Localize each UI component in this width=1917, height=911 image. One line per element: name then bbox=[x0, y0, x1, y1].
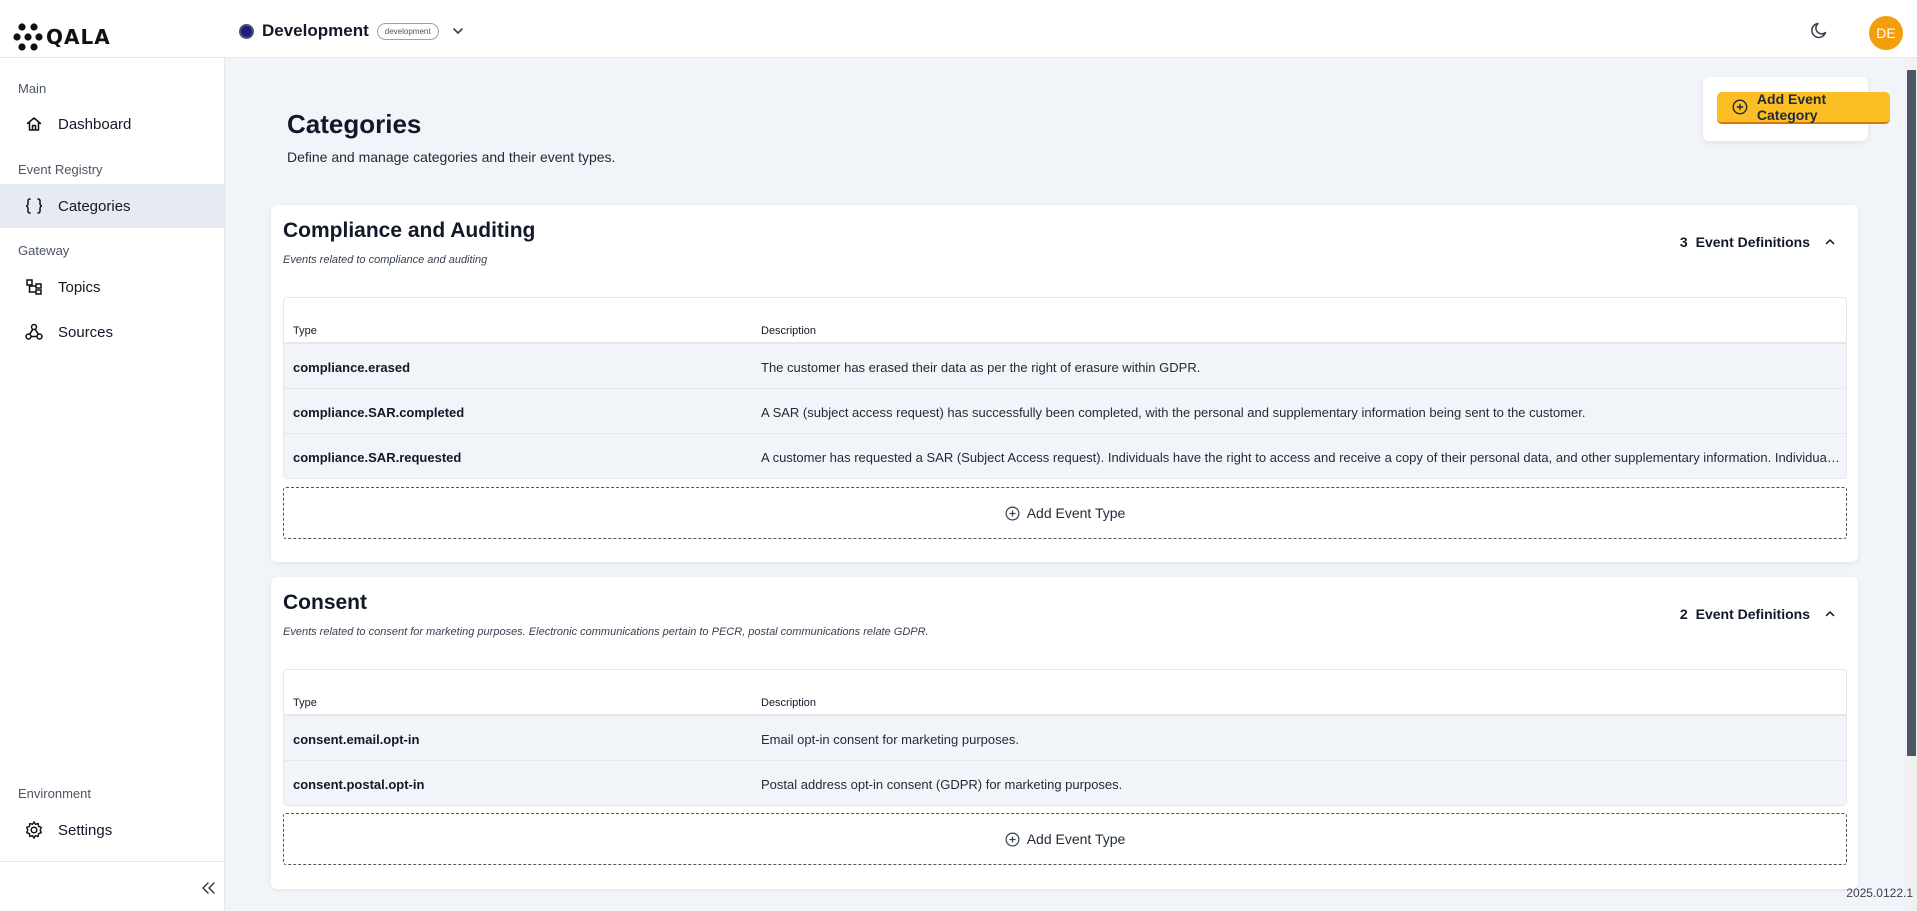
table-row[interactable]: consent.postal.opt-in Postal address opt… bbox=[284, 760, 1846, 805]
add-event-type-button[interactable]: Add Event Type bbox=[283, 813, 1847, 865]
event-type-description: A customer has requested a SAR (Subject … bbox=[761, 450, 1841, 465]
add-event-category-button[interactable]: Add Event Category bbox=[1717, 91, 1890, 124]
plus-circle-icon bbox=[1732, 99, 1748, 115]
plus-circle-icon bbox=[1005, 832, 1020, 846]
event-type-description: A SAR (subject access request) has succe… bbox=[761, 405, 1586, 420]
column-header-description: Description bbox=[761, 325, 817, 337]
category-title: Compliance and Auditing bbox=[283, 219, 536, 242]
category-title: Consent bbox=[283, 591, 367, 614]
nav-group-main: Main bbox=[18, 81, 47, 96]
add-event-type-label: Add Event Type bbox=[1026, 505, 1126, 521]
event-type-description: Email opt-in consent for marketing purpo… bbox=[761, 732, 1019, 747]
event-type-name: compliance.SAR.completed bbox=[293, 405, 465, 420]
nav-group-event-registry: Event Registry bbox=[18, 162, 103, 177]
gear-icon bbox=[23, 819, 45, 841]
scrollbar-thumb[interactable] bbox=[1907, 70, 1916, 756]
sidebar-item-topics[interactable]: Topics bbox=[0, 265, 224, 309]
top-header: QALA Development development DE bbox=[0, 0, 1917, 58]
event-type-name: consent.postal.opt-in bbox=[293, 777, 425, 792]
sidebar-item-label: Settings bbox=[58, 821, 113, 839]
sidebar-item-categories[interactable]: Categories bbox=[0, 184, 224, 228]
collapse-sidebar-icon[interactable] bbox=[200, 881, 216, 900]
add-event-type-button[interactable]: Add Event Type bbox=[283, 487, 1847, 539]
qala-logo-icon bbox=[13, 23, 43, 51]
event-definitions-toggle[interactable]: 3 Event Definitions bbox=[1680, 234, 1836, 250]
chevron-up-icon bbox=[1825, 611, 1835, 617]
environment-badge: development bbox=[376, 22, 439, 40]
event-definitions-label: Event Definitions bbox=[1695, 234, 1810, 250]
environment-color-dot bbox=[239, 23, 254, 39]
add-event-category-label: Add Event Category bbox=[1756, 91, 1827, 123]
event-types-table: Type Description consent.email.opt-in Em… bbox=[283, 669, 1847, 806]
event-type-description: The customer has erased their data as pe… bbox=[761, 360, 1201, 375]
event-definitions-count: 3 bbox=[1679, 234, 1688, 250]
page-scrollbar[interactable] bbox=[1905, 58, 1917, 911]
sidebar-item-dashboard[interactable]: Dashboard bbox=[0, 102, 224, 146]
sidebar: Main Dashboard Event Registry Categories… bbox=[0, 58, 225, 911]
event-type-name: compliance.erased bbox=[293, 360, 411, 375]
category-description: Events related to compliance and auditin… bbox=[283, 254, 488, 266]
column-header-description: Description bbox=[761, 697, 817, 709]
table-header: Type Description bbox=[284, 298, 1846, 343]
category-card: Compliance and Auditing Events related t… bbox=[271, 205, 1858, 562]
add-event-type-label: Add Event Type bbox=[1026, 831, 1126, 847]
environment-switcher[interactable]: Development development bbox=[239, 21, 465, 41]
chevron-up-icon bbox=[1825, 239, 1835, 245]
webhook-icon bbox=[23, 321, 45, 343]
event-definitions-count: 2 bbox=[1679, 606, 1688, 622]
column-header-type: Type bbox=[293, 697, 317, 709]
topics-icon bbox=[23, 276, 45, 298]
sidebar-item-label: Dashboard bbox=[58, 115, 132, 133]
environment-name: Development bbox=[262, 21, 369, 40]
nav-group-environment: Environment bbox=[18, 786, 91, 801]
app-version: 2025.0122.1 bbox=[1846, 886, 1913, 900]
page-subtitle: Define and manage categories and their e… bbox=[287, 149, 616, 165]
event-type-name: consent.email.opt-in bbox=[293, 732, 420, 747]
moon-icon[interactable] bbox=[1810, 20, 1830, 45]
add-category-panel: Add Event Category bbox=[1703, 77, 1890, 141]
page-title: Categories bbox=[287, 109, 422, 139]
table-row[interactable]: compliance.erased The customer has erase… bbox=[284, 343, 1846, 388]
table-row[interactable]: compliance.SAR.requested A customer has … bbox=[284, 433, 1846, 478]
chevron-down-icon[interactable] bbox=[451, 24, 465, 38]
sidebar-footer bbox=[0, 861, 224, 911]
plus-circle-icon bbox=[1005, 506, 1020, 520]
category-card: Consent Events related to consent for ma… bbox=[271, 577, 1858, 889]
sidebar-item-label: Sources bbox=[58, 323, 114, 341]
qala-logo[interactable]: QALA bbox=[13, 22, 111, 52]
category-description: Events related to consent for marketing … bbox=[283, 626, 929, 638]
home-icon bbox=[23, 113, 45, 135]
braces-icon bbox=[23, 195, 45, 217]
sidebar-item-sources[interactable]: Sources bbox=[0, 310, 224, 354]
table-row[interactable]: consent.email.opt-in Email opt-in consen… bbox=[284, 715, 1846, 760]
table-header: Type Description bbox=[284, 670, 1846, 715]
event-type-name: compliance.SAR.requested bbox=[293, 450, 462, 465]
column-header-type: Type bbox=[293, 325, 317, 337]
sidebar-item-label: Topics bbox=[58, 278, 101, 296]
user-avatar[interactable]: DE bbox=[1869, 16, 1903, 50]
event-type-description: Postal address opt-in consent (GDPR) for… bbox=[761, 777, 1123, 792]
table-row[interactable]: compliance.SAR.completed A SAR (subject … bbox=[284, 388, 1846, 433]
event-definitions-label: Event Definitions bbox=[1695, 606, 1810, 622]
logo-text: QALA bbox=[46, 25, 111, 49]
event-definitions-toggle[interactable]: 2 Event Definitions bbox=[1680, 606, 1836, 622]
sidebar-item-label: Categories bbox=[58, 197, 131, 215]
sidebar-item-settings[interactable]: Settings bbox=[0, 808, 224, 852]
event-types-table: Type Description compliance.erased The c… bbox=[283, 297, 1847, 479]
nav-group-gateway: Gateway bbox=[18, 243, 70, 258]
